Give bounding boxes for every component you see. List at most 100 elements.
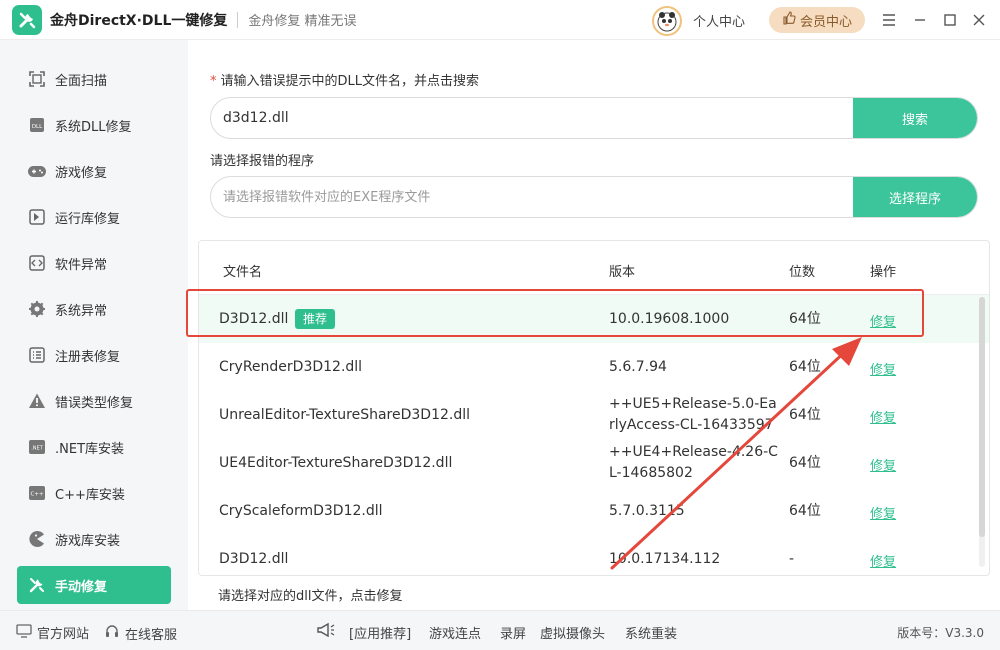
sidebar: 全面扫描 DLL 系统DLL修复 游戏修复 运行库修复 软件异常 系统异常 注册…	[0, 40, 188, 610]
registry-icon	[27, 345, 47, 365]
app-slogan: 金舟修复 精准无误	[248, 14, 357, 29]
app-title: 金舟DirectX·DLL一键修复	[50, 12, 228, 29]
sidebar-item-label: 运行库修复	[55, 211, 121, 227]
menu-icon[interactable]	[879, 10, 899, 30]
row-version-line1: ++UE4+Release-4.26-C	[609, 444, 778, 460]
sidebar-item-registry-repair[interactable]: 注册表修复	[17, 336, 171, 374]
sidebar-item-label: .NET库安装	[55, 441, 125, 457]
dotnet-icon: .NET	[27, 437, 47, 457]
sidebar-item-label: 游戏库安装	[55, 533, 121, 549]
search-label-text: 请输入错误提示中的DLL文件名，并点击搜索	[220, 74, 480, 89]
search-button[interactable]: 搜索	[853, 98, 977, 138]
thumbs-up-icon	[782, 11, 796, 29]
table-row[interactable]: UE4Editor-TextureShareD3D12.dll ++UE4+Re…	[199, 439, 989, 487]
minimize-icon[interactable]	[910, 10, 930, 30]
table-row[interactable]: CryScaleformD3D12.dll 5.7.0.3115 64位 修复	[199, 487, 989, 535]
row-version: 5.7.0.3115	[609, 503, 685, 519]
vip-center-label: 会员中心	[799, 14, 852, 30]
repair-link[interactable]: 修复	[870, 503, 896, 522]
row-filename: CryRenderD3D12.dll	[219, 359, 363, 375]
sidebar-item-software-error[interactable]: 软件异常	[17, 244, 171, 282]
repair-link[interactable]: 修复	[870, 311, 896, 330]
cpp-icon: C++	[27, 483, 47, 503]
online-service-label: 在线客服	[125, 627, 178, 643]
close-icon[interactable]	[969, 10, 989, 30]
recommend-badge: 推荐	[295, 309, 336, 329]
table-row[interactable]: CryRenderD3D12.dll 5.6.7.94 64位 修复	[199, 343, 989, 391]
vip-center-button[interactable]: 会员中心	[769, 7, 865, 33]
row-version-line1: ++UE5+Release-5.0-Ea	[609, 396, 777, 412]
table-scrollbar[interactable]	[979, 297, 985, 567]
row-filename: D3D12.dll	[219, 311, 289, 327]
pacman-icon	[27, 529, 47, 549]
row-bits: 64位	[789, 311, 821, 327]
column-header-bits: 位数	[789, 265, 816, 280]
scrollbar-thumb[interactable]	[979, 297, 985, 537]
official-site-label: 官方网站	[37, 627, 90, 642]
sidebar-item-label: 系统异常	[55, 303, 108, 319]
online-service-link[interactable]: 在线客服	[104, 623, 177, 643]
sidebar-item-cpp-install[interactable]: C++ C++库安装	[17, 474, 171, 512]
warning-icon	[27, 391, 47, 411]
monitor-icon	[16, 623, 32, 642]
row-bits: 64位	[789, 455, 821, 471]
svg-text:DLL: DLL	[32, 124, 43, 130]
repair-link[interactable]: 修复	[870, 551, 896, 570]
sidebar-item-label: 软件异常	[55, 257, 108, 273]
sidebar-item-dotnet-install[interactable]: .NET .NET库安装	[17, 428, 171, 466]
game-clicker-link[interactable]: 游戏连点	[429, 623, 481, 642]
row-version-line2: rlyAccess-CL-16433597	[609, 417, 774, 433]
row-bits: -	[789, 551, 795, 567]
repair-hint: 请选择对应的dll文件，点击修复	[218, 589, 403, 604]
program-bar: 选择程序	[210, 176, 978, 218]
table-row[interactable]: D3D12.dll 10.0.17134.112 - 修复	[199, 535, 989, 575]
row-version: 10.0.17134.112	[609, 551, 721, 567]
maximize-icon[interactable]	[940, 10, 960, 30]
dll-search-input[interactable]	[211, 98, 853, 138]
sidebar-item-game-repair[interactable]: 游戏修复	[17, 152, 171, 190]
table-row[interactable]: UnrealEditor-TextureShareD3D12.dll ++UE5…	[199, 391, 989, 439]
row-filename: CryScaleformD3D12.dll	[219, 503, 383, 519]
search-bar: 搜索	[210, 97, 978, 139]
app-recommend-link[interactable]: [应用推荐]	[349, 623, 411, 642]
row-bits: 64位	[789, 407, 821, 423]
repair-link[interactable]: 修复	[870, 455, 896, 474]
sidebar-item-runtime-repair[interactable]: 运行库修复	[17, 198, 171, 236]
screen-record-link[interactable]: 录屏	[500, 623, 526, 642]
scan-icon	[27, 69, 47, 89]
repair-link[interactable]: 修复	[870, 359, 896, 378]
sidebar-item-manual-repair[interactable]: 手动修复	[17, 566, 171, 604]
row-version: 5.6.7.94	[609, 359, 667, 375]
virtual-camera-link[interactable]: 虚拟摄像头	[540, 623, 605, 642]
user-center-link[interactable]: 个人中心	[693, 11, 745, 30]
sidebar-item-system-error[interactable]: 系统异常	[17, 290, 171, 328]
column-header-filename: 文件名	[223, 265, 263, 280]
row-bits: 64位	[789, 359, 821, 375]
sidebar-item-label: 全面扫描	[55, 73, 108, 89]
avatar[interactable]	[652, 6, 682, 36]
search-label: * 请输入错误提示中的DLL文件名，并点击搜索	[210, 70, 479, 89]
version-label: 版本号：V3.3.0	[897, 626, 984, 640]
repair-link[interactable]: 修复	[870, 407, 896, 426]
code-icon	[27, 253, 47, 273]
sidebar-item-label: 注册表修复	[55, 349, 121, 365]
program-file-input[interactable]	[211, 177, 853, 217]
program-label: 请选择报错的程序	[210, 154, 315, 169]
sidebar-item-error-type[interactable]: 错误类型修复	[17, 382, 171, 420]
sidebar-item-game-lib-install[interactable]: 游戏库安装	[17, 520, 171, 558]
select-program-button[interactable]: 选择程序	[853, 177, 977, 217]
table-row[interactable]: D3D12.dll 推荐 10.0.19608.1000 64位 修复	[199, 295, 989, 343]
row-bits: 64位	[789, 503, 821, 519]
sidebar-item-label: 手动修复	[55, 579, 108, 595]
sidebar-item-full-scan[interactable]: 全面扫描	[17, 60, 171, 98]
gear-icon	[27, 299, 47, 319]
official-site-link[interactable]: 官方网站	[16, 623, 89, 642]
row-filename: UnrealEditor-TextureShareD3D12.dll	[219, 407, 471, 423]
sidebar-item-label: 系统DLL修复	[55, 119, 132, 135]
row-version: 10.0.19608.1000	[609, 311, 730, 327]
sidebar-item-system-dll[interactable]: DLL 系统DLL修复	[17, 106, 171, 144]
gamepad-icon	[27, 161, 47, 181]
main-panel: *请输入错误提示中的DLL文件名，并点击搜索 搜索 请选择报错的程序 选择程序 …	[188, 40, 1000, 610]
sidebar-item-label: 游戏修复	[55, 165, 108, 181]
system-reinstall-link[interactable]: 系统重装	[625, 623, 677, 642]
